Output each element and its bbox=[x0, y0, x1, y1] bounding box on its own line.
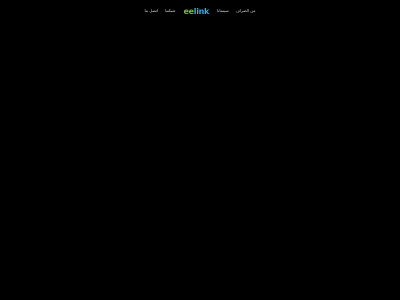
site-logo[interactable]: ee link bbox=[184, 7, 210, 16]
nav-item-contact[interactable]: اتصل بنا bbox=[145, 4, 159, 18]
main-content-area bbox=[0, 20, 400, 300]
nav-item-cinema[interactable]: سينمانا bbox=[217, 4, 229, 18]
nav-item-atm[interactable]: من الصراف bbox=[236, 4, 256, 18]
logo-text-blue: link bbox=[193, 6, 210, 16]
top-navigation: من الصراف سينمانا ee link شبكتنا اتصل بن… bbox=[0, 4, 400, 18]
logo-text-green: ee bbox=[183, 6, 195, 16]
nav-item-network[interactable]: شبكتنا bbox=[165, 4, 175, 18]
page: من الصراف سينمانا ee link شبكتنا اتصل بن… bbox=[0, 0, 400, 300]
